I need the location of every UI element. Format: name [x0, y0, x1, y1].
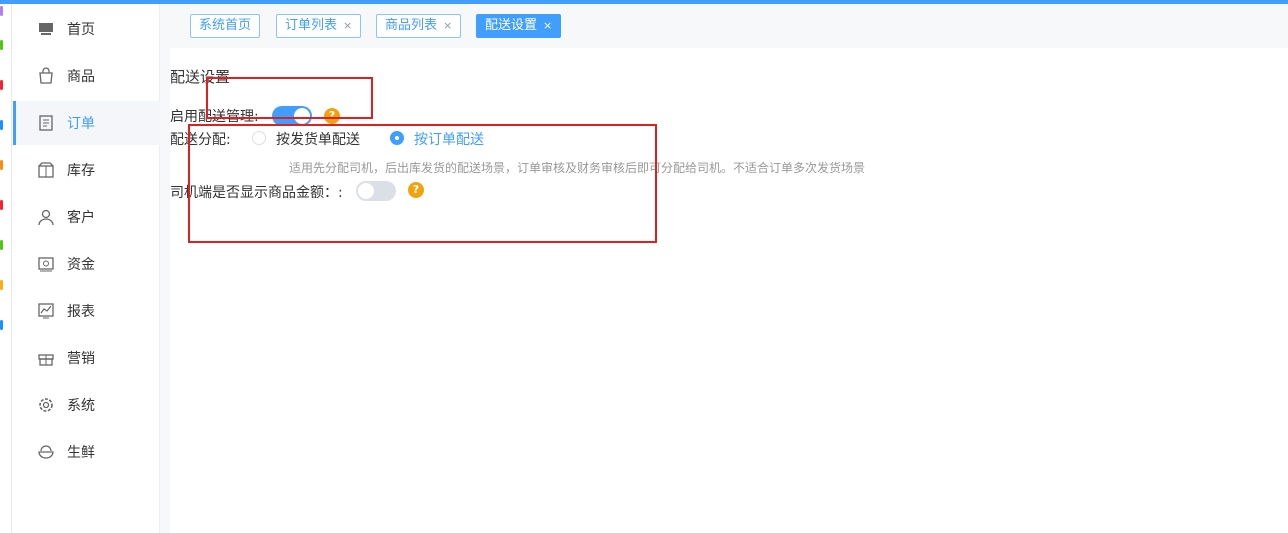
edge-marker: [0, 160, 3, 170]
sidebar-item-label: 报表: [67, 304, 95, 320]
sidebar-item-products[interactable]: 商品: [13, 54, 160, 98]
radio-by-shipment-label[interactable]: 按发货单配送: [276, 129, 360, 149]
sidebar-item-label: 资金: [67, 257, 95, 273]
sidebar-item-orders[interactable]: 订单: [13, 101, 160, 145]
sidebar: 首页 商品 订单 库存 客户 资金 报表 营销 系统 生鲜: [13, 4, 160, 533]
system-gear-icon: [39, 398, 53, 412]
edge-marker: [0, 200, 3, 210]
sidebar-item-funds[interactable]: 资金: [13, 242, 160, 286]
tab-label: 配送设置: [485, 18, 538, 33]
sidebar-item-label: 库存: [67, 163, 95, 179]
edge-marker: [0, 280, 3, 290]
driver-show-amount-label: 司机端是否显示商品金额：:: [170, 185, 343, 201]
sidebar-item-label: 营销: [67, 351, 95, 367]
marketing-gift-icon: [38, 354, 54, 366]
edge-marker: [0, 6, 3, 16]
fresh-bowl-icon: [38, 445, 54, 459]
shopping-bag-icon: [39, 67, 53, 84]
driver-show-amount-switch[interactable]: [356, 181, 396, 201]
funds-safe-icon: [38, 257, 54, 272]
switch-knob: [294, 108, 310, 124]
switch-knob: [358, 183, 374, 199]
edge-marker: [0, 120, 3, 130]
sidebar-item-label: 系统: [67, 398, 95, 414]
close-icon[interactable]: ×: [443, 19, 452, 32]
close-icon[interactable]: ×: [343, 19, 352, 32]
enable-delivery-switch[interactable]: [272, 106, 312, 126]
radio-by-shipment[interactable]: [252, 131, 266, 145]
sidebar-item-label: 首页: [67, 22, 95, 38]
help-icon[interactable]: ?: [408, 182, 424, 198]
left-edge-strip: [0, 4, 12, 533]
sidebar-item-reports[interactable]: 报表: [13, 289, 160, 333]
sidebar-item-fresh[interactable]: 生鲜: [13, 430, 160, 474]
sidebar-item-label: 订单: [67, 116, 95, 132]
assignment-hint-text: 适用先分配司机，后出库发货的配送场景，订单审核及财务审核后即可分配给司机。不适合…: [289, 161, 866, 175]
tab-order-list[interactable]: 订单列表 ×: [276, 14, 362, 38]
enable-delivery-label: 启用配送管理:: [170, 109, 259, 125]
tab-label: 系统首页: [199, 18, 252, 33]
report-chart-icon: [38, 303, 54, 319]
tab-bar: 系统首页 订单列表 × 商品列表 × 配送设置 ×: [170, 4, 1288, 48]
close-icon[interactable]: ×: [543, 19, 552, 32]
sidebar-item-customers[interactable]: 客户: [13, 195, 160, 239]
inventory-box-icon: [38, 162, 54, 178]
edge-marker: [0, 320, 3, 330]
radio-by-order-label[interactable]: 按订单配送: [414, 129, 484, 149]
sidebar-item-label: 客户: [67, 210, 95, 226]
edge-marker: [0, 80, 3, 90]
customer-user-icon: [38, 209, 54, 226]
sidebar-item-system[interactable]: 系统: [13, 383, 160, 427]
tab-system-home[interactable]: 系统首页: [190, 14, 261, 38]
tab-label: 商品列表: [385, 18, 438, 33]
sidebar-item-label: 商品: [67, 69, 95, 85]
sidebar-item-home[interactable]: 首页: [13, 7, 160, 51]
sidebar-item-marketing[interactable]: 营销: [13, 336, 160, 380]
edge-marker: [0, 40, 3, 50]
help-icon[interactable]: ?: [324, 108, 340, 124]
home-icon: [39, 23, 53, 35]
tab-product-list[interactable]: 商品列表 ×: [376, 14, 462, 38]
page-title: 配送设置: [170, 68, 231, 86]
sidebar-item-label: 生鲜: [67, 445, 95, 461]
edge-marker: [0, 240, 3, 250]
radio-by-order[interactable]: [390, 131, 404, 145]
sidebar-item-inventory[interactable]: 库存: [13, 148, 160, 192]
delivery-assignment-label: 配送分配:: [170, 132, 231, 148]
tab-delivery-settings[interactable]: 配送设置 ×: [476, 14, 562, 38]
order-document-icon: [39, 115, 53, 131]
tab-label: 订单列表: [285, 18, 338, 33]
